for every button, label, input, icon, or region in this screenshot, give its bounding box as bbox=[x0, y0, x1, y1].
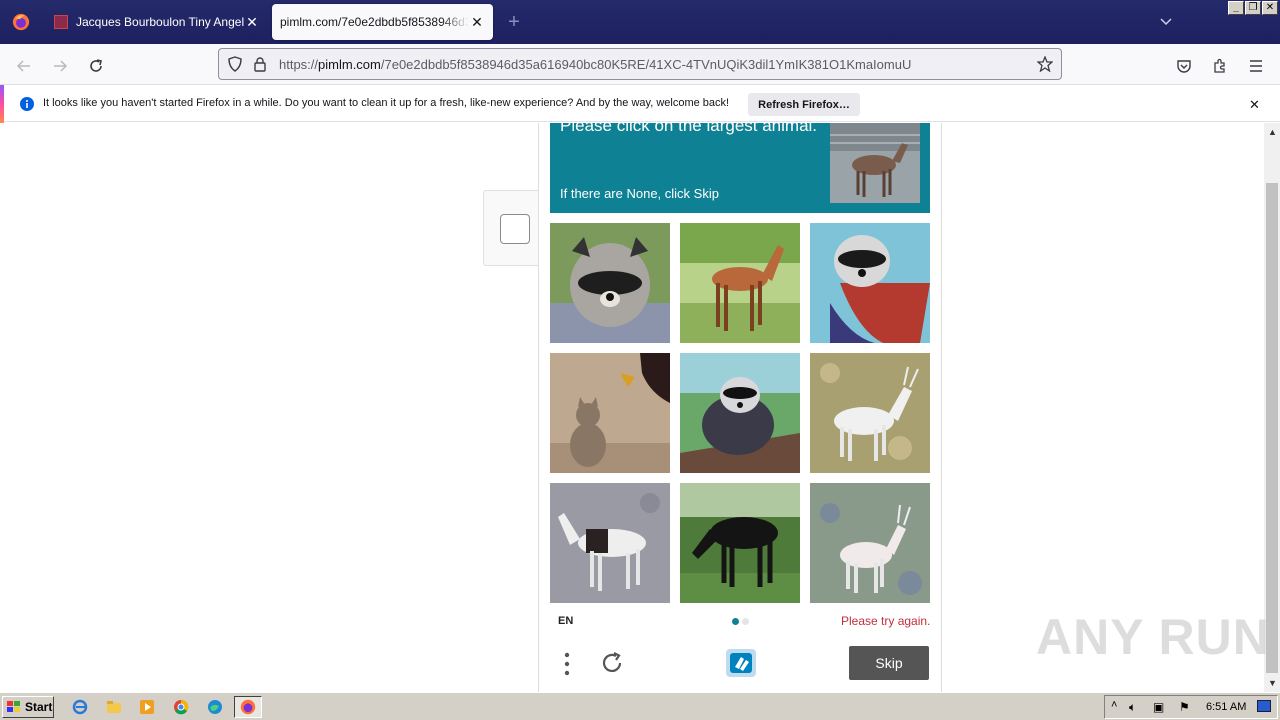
close-window-icon[interactable]: ✕ bbox=[1262, 1, 1278, 15]
url-bar[interactable]: https://pimlm.com/7e0e2dbdb5f8538946d35a… bbox=[218, 48, 1062, 80]
scroll-down-icon[interactable]: ▼ bbox=[1268, 678, 1277, 688]
extensions-icon[interactable] bbox=[1206, 52, 1234, 80]
start-label: Start bbox=[25, 700, 53, 714]
refresh-challenge-icon[interactable] bbox=[600, 651, 624, 680]
captcha-tile-raccoon[interactable] bbox=[550, 223, 670, 343]
tab-title: pimlm.com/7e0e2dbdb5f8538946d35a6 bbox=[280, 15, 469, 29]
refresh-firefox-button[interactable]: Refresh Firefox… bbox=[748, 93, 860, 116]
taskbar-clock[interactable]: 6:51 AM bbox=[1206, 701, 1246, 713]
file-explorer-icon[interactable] bbox=[104, 697, 124, 717]
show-desktop-icon[interactable] bbox=[1257, 700, 1271, 712]
media-player-icon[interactable] bbox=[137, 697, 157, 717]
tab-active[interactable]: pimlm.com/7e0e2dbdb5f8538946d35a6 ✕ bbox=[272, 4, 493, 40]
notification-accent bbox=[0, 85, 4, 123]
url-domain: pimlm.com bbox=[318, 57, 381, 72]
system-tray: ˄ 🔈︎ ▣ ⚑ bbox=[1104, 695, 1278, 719]
page-scrollbar[interactable]: ▲ ▼ bbox=[1264, 123, 1280, 692]
internet-explorer-icon[interactable] bbox=[70, 697, 90, 717]
url-path: /7e0e2dbdb5f8538946d35a616940bc80K5RE/41… bbox=[380, 57, 912, 72]
start-button[interactable]: Start bbox=[2, 696, 54, 718]
tab-inactive[interactable]: Jacques Bourboulon Tiny Angels _ ✕ bbox=[46, 4, 268, 40]
captcha-prompt: Please click on the largest animal. bbox=[560, 123, 818, 135]
info-icon bbox=[20, 97, 34, 116]
tab-strip: Jacques Bourboulon Tiny Angels _ ✕ pimlm… bbox=[0, 0, 1280, 44]
close-notification-icon[interactable]: ✕ bbox=[1249, 97, 1260, 113]
tab-title: Jacques Bourboulon Tiny Angels _ bbox=[76, 15, 244, 29]
captcha-tile-raccoon[interactable] bbox=[680, 353, 800, 473]
scrollbar-thumb[interactable] bbox=[1266, 183, 1278, 673]
captcha-error-message: Please try again. bbox=[841, 614, 931, 628]
window-controls: _ ❐ ✕ bbox=[1228, 1, 1278, 15]
notification-message: It looks like you haven't started Firefo… bbox=[43, 97, 730, 109]
captcha-tile-goat[interactable] bbox=[550, 483, 670, 603]
list-all-tabs-icon[interactable] bbox=[1156, 12, 1176, 32]
notification-bar: It looks like you haven't started Firefo… bbox=[0, 84, 1280, 123]
windows-taskbar: Start ˄ 🔈︎ ▣ ⚑ 6:51 AM bbox=[0, 692, 1280, 720]
captcha-checkbox[interactable] bbox=[500, 214, 530, 244]
show-hidden-icons-icon[interactable]: ˄ bbox=[1111, 699, 1117, 711]
reload-icon[interactable] bbox=[82, 52, 110, 80]
url-scheme: https:// bbox=[279, 57, 319, 72]
captcha-subprompt: If there are None, click Skip bbox=[560, 186, 719, 201]
captcha-tile-horse[interactable] bbox=[680, 223, 800, 343]
page-indicator-active bbox=[732, 618, 739, 625]
captcha-challenge: Please click on the largest animal. If t… bbox=[538, 123, 942, 692]
bookmark-star-icon[interactable] bbox=[1036, 55, 1054, 77]
scroll-up-icon[interactable]: ▲ bbox=[1268, 127, 1277, 137]
captcha-tile-horse[interactable] bbox=[680, 483, 800, 603]
captcha-prompt-banner: Please click on the largest animal. If t… bbox=[550, 123, 930, 213]
captcha-tile-goat[interactable] bbox=[810, 483, 930, 603]
chrome-icon[interactable] bbox=[171, 697, 191, 717]
captcha-checkbox-card bbox=[483, 190, 543, 266]
minimize-icon[interactable]: _ bbox=[1228, 1, 1244, 15]
navigation-toolbar: https://pimlm.com/7e0e2dbdb5f8538946d35a… bbox=[0, 44, 1280, 84]
reference-horse-image bbox=[830, 123, 920, 203]
more-options-icon[interactable] bbox=[563, 651, 571, 682]
volume-icon[interactable]: 🔈︎ bbox=[1129, 700, 1136, 715]
tab-favicon-icon bbox=[54, 15, 68, 29]
pocket-icon[interactable] bbox=[1170, 52, 1198, 80]
windows-logo-icon bbox=[7, 701, 20, 712]
page-content: Please click on the largest animal. If t… bbox=[0, 123, 1264, 692]
menu-hamburger-icon[interactable] bbox=[1242, 52, 1270, 80]
captcha-tile-cat[interactable] bbox=[550, 353, 670, 473]
edge-icon[interactable] bbox=[205, 697, 225, 717]
captcha-tile-raccoon[interactable] bbox=[810, 223, 930, 343]
captcha-tile-goat[interactable] bbox=[810, 353, 930, 473]
firefox-taskbar-icon[interactable] bbox=[234, 696, 262, 718]
close-tab-icon[interactable]: ✕ bbox=[244, 14, 260, 30]
lock-icon[interactable] bbox=[253, 56, 267, 77]
forward-icon[interactable] bbox=[46, 52, 74, 80]
page-indicator bbox=[742, 618, 749, 625]
restore-icon[interactable]: ❐ bbox=[1245, 1, 1261, 15]
anyrun-watermark: ANY RUN bbox=[1036, 609, 1270, 665]
tracking-shield-icon[interactable] bbox=[227, 56, 243, 77]
new-tab-icon[interactable]: + bbox=[502, 10, 526, 34]
close-tab-icon[interactable]: ✕ bbox=[469, 14, 485, 30]
action-center-flag-icon[interactable]: ⚑ bbox=[1179, 700, 1190, 714]
language-selector[interactable]: EN bbox=[558, 615, 573, 627]
url-text[interactable]: https://pimlm.com/7e0e2dbdb5f8538946d35a… bbox=[279, 57, 911, 72]
network-icon[interactable]: ▣ bbox=[1153, 700, 1164, 714]
firefox-logo-icon[interactable] bbox=[0, 0, 42, 44]
skip-button[interactable]: Skip bbox=[849, 646, 929, 680]
hcaptcha-logo-icon[interactable] bbox=[724, 647, 758, 684]
back-icon[interactable] bbox=[10, 52, 38, 80]
